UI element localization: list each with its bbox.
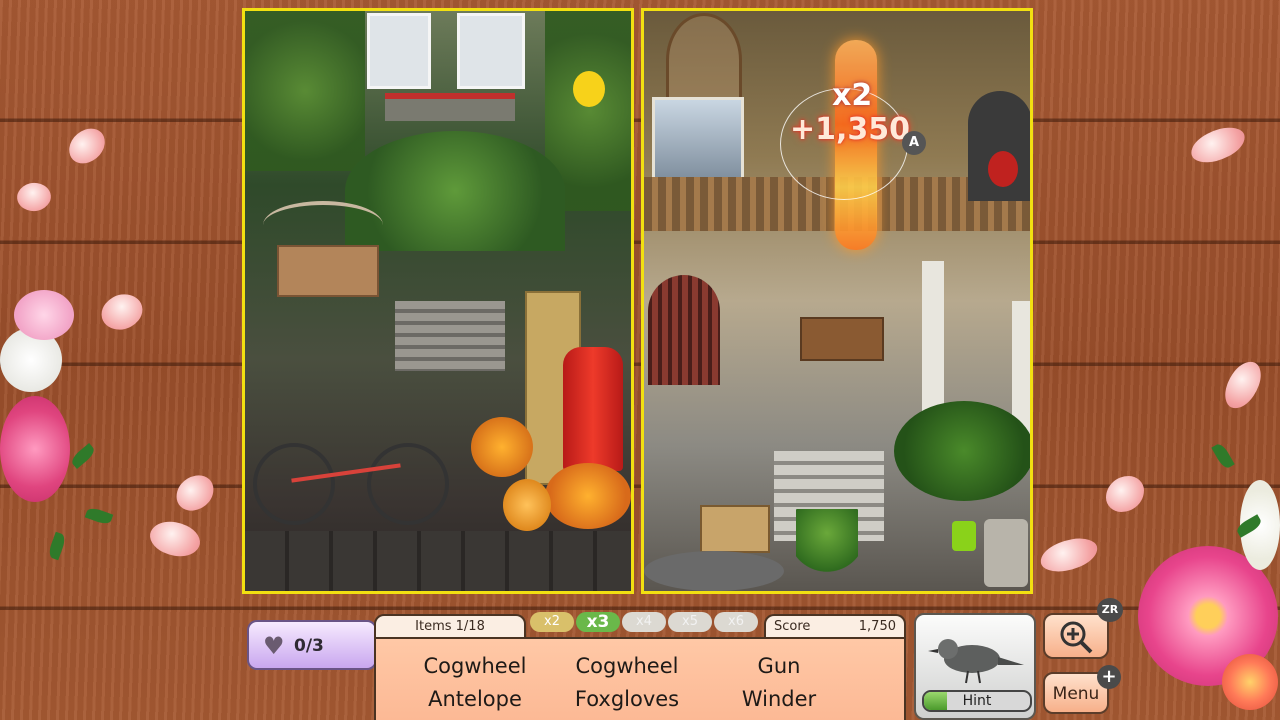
- zoom-button[interactable]: [1043, 613, 1109, 659]
- petal-decoration: [1187, 123, 1249, 167]
- scene-treasure-chest: [700, 505, 770, 553]
- scene-boxing-gloves: [988, 151, 1018, 187]
- scene-potted-palm: [796, 509, 858, 589]
- score-label: Score: [774, 619, 811, 634]
- pink-flower-decoration: [0, 396, 70, 502]
- leaf-decoration: [46, 531, 68, 561]
- hint-button[interactable]: Hint: [914, 613, 1036, 720]
- scene-stone-lantern: [984, 519, 1028, 587]
- lily-flower-decoration: [14, 290, 74, 340]
- score-counter: Score 1,750: [764, 614, 906, 638]
- scene-mums: [545, 463, 631, 529]
- leaf-decoration: [1211, 441, 1235, 471]
- plus-button-badge: +: [1097, 665, 1121, 689]
- scene-pumpkin: [503, 479, 551, 531]
- petal-decoration: [63, 124, 111, 168]
- scene-window: [367, 13, 431, 89]
- multiplier-x2: x2: [530, 612, 574, 632]
- multiplier-x4: x4: [622, 612, 666, 632]
- scene-stone-stairs: [395, 301, 505, 371]
- items-counter: Items 1/18: [374, 614, 526, 638]
- scene-ship-wheel-sign: [800, 317, 884, 361]
- heart-icon: ♥: [263, 632, 285, 660]
- zr-button-badge: ZR: [1097, 598, 1123, 622]
- scene-bicycle: [253, 431, 449, 525]
- multiplier-x6: x6: [714, 612, 758, 632]
- hint-recharge-bar: Hint: [922, 690, 1032, 712]
- scene-pavement: [245, 531, 631, 591]
- lives-value: 0/3: [294, 636, 324, 656]
- list-item: Foxgloves: [574, 687, 680, 711]
- scene-flower-pot: [471, 417, 533, 477]
- list-item: Cogwheel: [423, 654, 527, 678]
- scene-white-column: [922, 261, 944, 411]
- red-flower-decoration: [1222, 654, 1278, 710]
- petal-decoration: [95, 285, 149, 339]
- scene-side-table: [644, 551, 784, 591]
- multiplier-x3: x3: [576, 612, 620, 632]
- bird-icon: [928, 639, 1024, 684]
- scene-watering-can: [952, 521, 976, 551]
- list-item: Gun: [757, 654, 801, 678]
- list-item: Winder: [741, 687, 817, 711]
- scene-smiley-balloon: [573, 71, 605, 107]
- leaf-decoration: [84, 505, 114, 527]
- scene-fire-hydrant: [563, 347, 623, 471]
- petal-decoration: [173, 472, 217, 514]
- multiplier-track: x2 x3 x4 x5 x6: [528, 612, 764, 632]
- multiplier-x5: x5: [668, 612, 712, 632]
- petal-decoration: [1220, 356, 1266, 414]
- petal-decoration: [1106, 476, 1144, 512]
- hint-label: Hint: [962, 693, 992, 709]
- scene-foliage: [245, 11, 365, 171]
- petal-decoration: [145, 513, 205, 565]
- scene-barred-window: [648, 275, 720, 385]
- petal-decoration: [12, 176, 56, 218]
- scene-bushes: [894, 401, 1030, 501]
- items-label: Items: [415, 619, 452, 634]
- leaf-decoration: [69, 443, 97, 469]
- scene-balcony-planter: [385, 93, 515, 121]
- petal-decoration: [1037, 535, 1101, 575]
- a-button-badge: A: [902, 131, 926, 155]
- combo-popup: x2 +1,350: [780, 78, 911, 200]
- scene-birdcage: [666, 13, 742, 107]
- scene-left-panel[interactable]: [242, 8, 634, 594]
- scene-antlers: [263, 201, 383, 249]
- combo-points: +1,350: [790, 112, 911, 147]
- scene-wooden-sign: [277, 245, 379, 297]
- items-value: 1/18: [455, 619, 485, 634]
- list-item: Cogwheel: [575, 654, 679, 678]
- list-item: Antelope: [428, 687, 522, 711]
- scene-window: [457, 13, 525, 89]
- zoom-in-icon: [1060, 621, 1093, 654]
- combo-multiplier: x2: [832, 78, 873, 113]
- item-word-list: Cogwheel Cogwheel Gun Antelope Foxgloves…: [374, 637, 906, 720]
- lives-counter: ♥ 0/3: [247, 620, 377, 670]
- score-value: 1,750: [858, 619, 896, 634]
